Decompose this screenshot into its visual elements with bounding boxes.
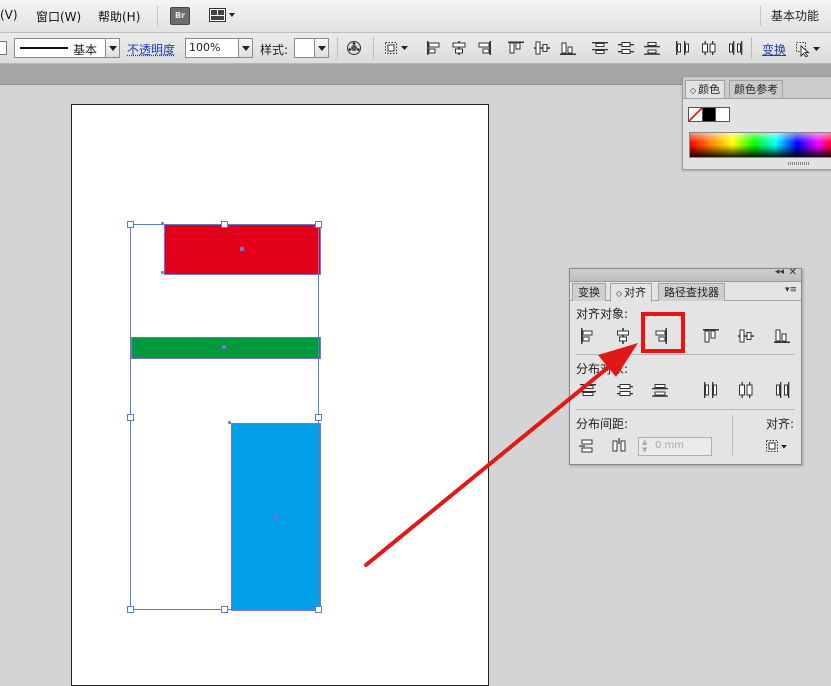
distribute-right-icon[interactable] xyxy=(727,41,743,55)
horizontal-distribute-left-icon[interactable] xyxy=(701,381,721,399)
transform-link[interactable]: 变换 xyxy=(762,41,786,58)
toolbar-divider xyxy=(751,37,752,59)
panel-header[interactable]: ◂◂ ✕ xyxy=(570,267,801,282)
anchor-point xyxy=(228,421,231,424)
menu-bar: (V) 窗口(W) 帮助(H) Br 基本功能 xyxy=(0,0,831,33)
resize-handle[interactable] xyxy=(127,414,134,421)
graphic-style-select[interactable] xyxy=(294,38,329,58)
align-vertical-center-icon[interactable] xyxy=(534,41,550,55)
resize-handle[interactable] xyxy=(127,606,134,613)
color-spectrum[interactable] xyxy=(689,132,831,158)
tab-transform[interactable]: 变换 xyxy=(572,283,606,301)
control-toolbar: 基本 不透明度 100% 样式: 变换 xyxy=(0,33,831,64)
distribute-bottom-icon[interactable] xyxy=(644,41,660,55)
isolate-selection-icon[interactable] xyxy=(795,41,825,58)
menu-divider xyxy=(157,6,158,26)
chevron-down-icon[interactable] xyxy=(105,39,119,57)
horizontal-distribute-right-icon[interactable] xyxy=(772,381,792,399)
vertical-align-bottom-icon[interactable] xyxy=(772,327,792,345)
none-swatch[interactable] xyxy=(688,107,703,122)
stroke-weight-stub[interactable] xyxy=(0,41,7,55)
distribute-horizontal-center-icon[interactable] xyxy=(701,41,717,55)
annotation-arrow xyxy=(364,343,638,567)
menu-window[interactable]: 窗口(W) xyxy=(36,8,81,25)
panel-menu-icon[interactable]: ▾≡ xyxy=(785,285,797,295)
chevron-down-icon[interactable] xyxy=(238,39,252,57)
white-swatch[interactable] xyxy=(715,107,730,122)
distribute-left-icon[interactable] xyxy=(675,41,691,55)
style-label: 样式: xyxy=(260,43,289,57)
align-to-selection-dropdown[interactable] xyxy=(766,439,790,455)
distribute-vertical-center-icon[interactable] xyxy=(618,41,634,55)
resize-handle[interactable] xyxy=(315,221,322,228)
panel-resize-grip[interactable] xyxy=(788,162,810,165)
color-panel: ◇ 颜色 颜色参考 xyxy=(682,76,831,170)
vertical-align-center-icon[interactable] xyxy=(736,327,756,345)
menu-help[interactable]: 帮助(H) xyxy=(98,8,140,25)
center-point xyxy=(222,345,226,349)
align-top-icon[interactable] xyxy=(508,41,524,55)
resize-handle[interactable] xyxy=(315,414,322,421)
anchor-point xyxy=(161,222,164,225)
stroke-style-label: 基本 xyxy=(73,43,98,57)
collapse-arrows-icon: ◇ xyxy=(690,86,697,95)
resize-handle[interactable] xyxy=(127,221,134,228)
section-divider xyxy=(732,415,733,455)
selection-bounding-box xyxy=(130,224,319,610)
center-point xyxy=(240,247,244,251)
resize-handle[interactable] xyxy=(221,221,228,228)
horizontal-distribute-center-icon[interactable] xyxy=(736,381,756,399)
chevron-down-icon[interactable] xyxy=(314,39,328,57)
tab-transform-label: 变换 xyxy=(578,286,600,299)
toolbar-divider xyxy=(337,37,338,59)
tab-color-label: 颜色 xyxy=(698,83,721,96)
close-icon[interactable]: ✕ xyxy=(789,267,797,278)
opacity-input[interactable]: 100% xyxy=(185,38,253,58)
menu-view[interactable]: (V) xyxy=(0,8,18,22)
align-to-label: 对齐: xyxy=(766,417,795,431)
bridge-button[interactable]: Br xyxy=(170,7,190,25)
distribute-top-icon[interactable] xyxy=(592,41,608,55)
stroke-line-preview xyxy=(20,47,68,49)
stroke-style-select[interactable]: 基本 xyxy=(14,38,120,58)
align-right-icon[interactable] xyxy=(476,41,492,55)
tab-pathfinder-label: 路径查找器 xyxy=(664,286,719,299)
tab-align[interactable]: ◇ 对齐 xyxy=(610,283,653,302)
opacity-value: 100% xyxy=(189,41,221,54)
align-horizontal-center-icon[interactable] xyxy=(451,41,467,55)
resize-handle[interactable] xyxy=(315,606,322,613)
collapse-arrows-icon: ◇ xyxy=(616,289,623,298)
anchor-point xyxy=(161,271,164,274)
workspace-switcher[interactable]: 基本功能 xyxy=(760,6,831,26)
center-point xyxy=(274,515,278,519)
collapse-panel-icon[interactable]: ◂◂ xyxy=(775,267,784,277)
tab-color[interactable]: ◇ 颜色 xyxy=(685,80,726,98)
align-objects-label: 对齐对象: xyxy=(576,307,629,321)
vertical-align-top-icon[interactable] xyxy=(701,327,721,345)
resize-handle[interactable] xyxy=(221,606,228,613)
opacity-link[interactable]: 不透明度 xyxy=(127,41,175,58)
tab-pathfinder[interactable]: 路径查找器 xyxy=(658,283,725,301)
tab-color-guide[interactable]: 颜色参考 xyxy=(729,80,783,98)
tab-align-label: 对齐 xyxy=(624,286,647,299)
toolbar-divider xyxy=(373,37,374,59)
recolor-artwork-icon[interactable] xyxy=(346,40,362,55)
align-left-icon[interactable] xyxy=(426,41,442,55)
align-bottom-icon[interactable] xyxy=(560,41,576,55)
tab-color-guide-label: 颜色参考 xyxy=(734,83,778,96)
arrange-documents-icon[interactable] xyxy=(209,7,237,23)
align-to-selection-icon[interactable] xyxy=(384,41,410,55)
